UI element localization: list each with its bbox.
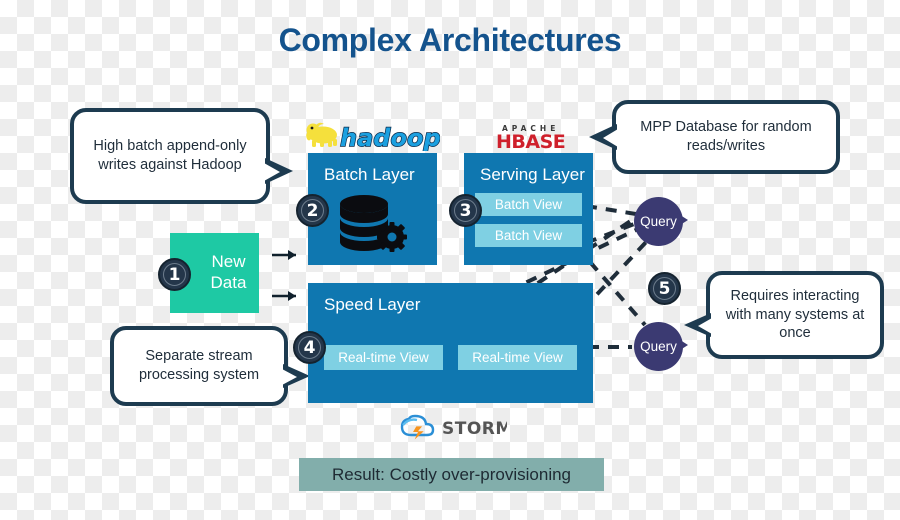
query-label: Query [640,339,677,354]
arrow-new-data-to-batch [272,250,296,260]
batch-view-chip: Batch View [475,193,582,216]
serving-layer-box: Serving Layer Batch View Batch View [464,153,593,265]
query-node-bottom: Query [634,322,688,371]
callout-separate-stream-text: Separate stream processing system [138,348,260,383]
database-gear-icon [336,193,408,262]
callout-mpp-database: MPP Database for random reads/writes [589,100,840,174]
hadoop-elephant-icon [306,122,337,147]
connector-batchview2-querytop [585,222,635,245]
query-tail [677,338,688,352]
hbase-wordmark: HBASE [496,131,565,151]
callout-tail-fill [282,369,297,385]
connector-batchview1-querytop [585,204,637,216]
query-label: Query [640,214,677,229]
callout-tail-fill [603,129,618,147]
hadoop-wordmark: hadoop [340,124,440,151]
storm-bolt-icon [413,426,424,440]
callout-tail-fill [698,318,712,334]
step-badge-4: 4 [293,331,326,364]
page-title: Complex Architectures [278,22,622,58]
speed-layer-box: Speed Layer Real-time View Real-time Vie… [308,283,593,403]
connector-overlay [272,204,650,388]
callout-separate-stream: Separate stream processing system [110,326,310,406]
storm-logo: STORM [395,409,507,441]
storm-cloud-icon [400,414,435,437]
real-time-view-row: Real-time View Real-time View [324,345,577,370]
query-tail [677,213,688,227]
connector-serving-querybottom [588,260,647,327]
step-badge-3: 3 [449,194,482,227]
callout-requires-interacting-text: Requires interacting with many systems a… [725,288,865,342]
arrow-new-data-to-speed [272,291,296,301]
diagram-canvas: Complex Architectures High batch append-… [0,0,900,520]
callout-tail-fill [264,163,280,181]
real-time-view-chip: Real-time View [458,345,577,370]
callout-batch-writes: High batch append-only writes against Ha… [70,108,293,204]
step-badge-1: 1 [158,258,191,291]
real-time-view-chip: Real-time View [324,345,443,370]
speed-layer-title: Speed Layer [324,295,421,314]
hbase-logo: APACHE HBASE [480,121,582,151]
step-badge-2: 2 [296,194,329,227]
result-banner: Result: Costly over-provisioning [299,458,604,491]
step-badge-5: 5 [648,272,681,305]
hadoop-logo: hadoop [304,121,440,151]
serving-layer-title: Serving Layer [480,165,585,184]
new-data-line2: Data [210,273,247,292]
callout-mpp-database-text: MPP Database for random reads/writes [640,119,812,154]
batch-view-chip: Batch View [475,224,582,247]
callout-requires-interacting: Requires interacting with many systems a… [684,271,884,359]
result-banner-text: Result: Costly over-provisioning [331,464,572,484]
storm-wordmark: STORM [442,419,507,439]
callout-batch-writes-text: High batch append-only writes against Ha… [93,138,247,173]
batch-layer-title: Batch Layer [324,165,415,184]
query-node-top: Query [634,197,688,246]
new-data-line1: New [211,252,246,272]
